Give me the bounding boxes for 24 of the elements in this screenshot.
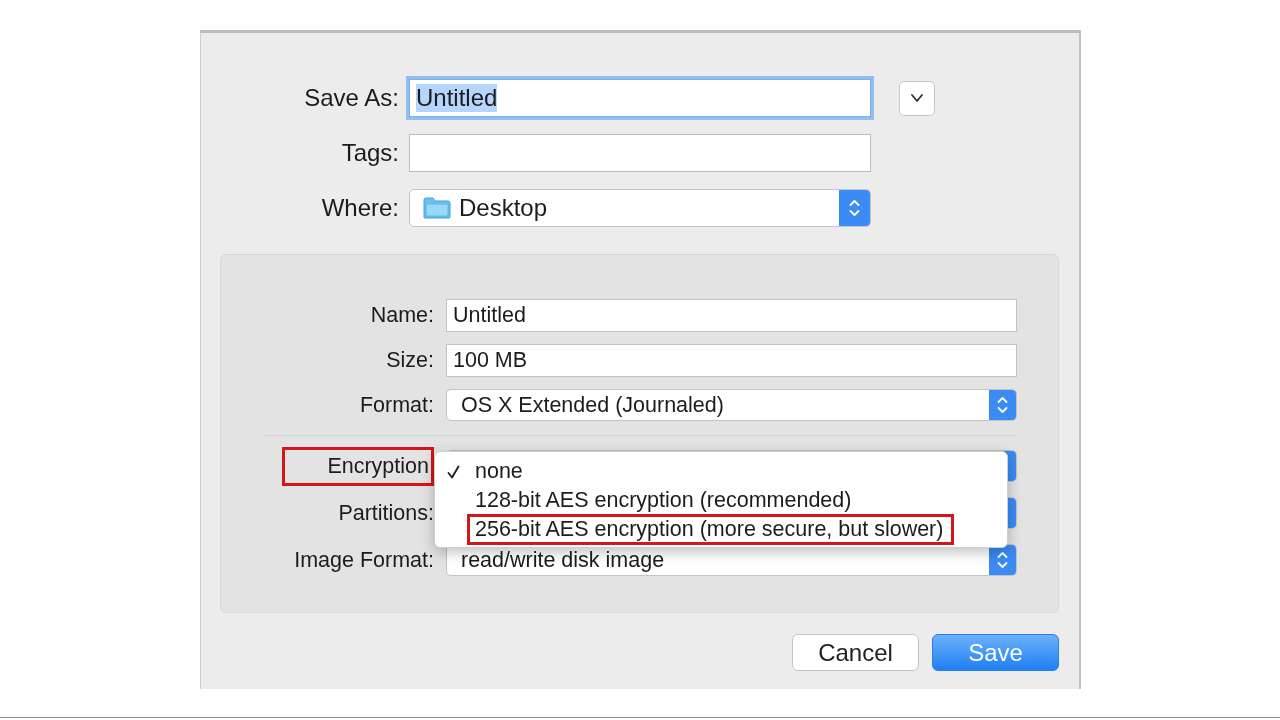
field-label: Save As: bbox=[303, 84, 399, 112]
folder-icon bbox=[423, 197, 451, 219]
field-label: Encryption bbox=[327, 453, 430, 478]
stepper-icon bbox=[839, 190, 870, 226]
field-label: Name: bbox=[370, 303, 434, 327]
text-field[interactable]: Untitled bbox=[409, 79, 871, 117]
field-label: Tags: bbox=[340, 139, 399, 167]
field-label: Format: bbox=[359, 392, 434, 417]
text-field[interactable]: Untitled bbox=[446, 299, 1017, 332]
field-label: Where: bbox=[320, 194, 399, 222]
tags-field[interactable] bbox=[409, 134, 871, 172]
popup-button[interactable]: Desktop bbox=[409, 189, 871, 227]
chevron-icon bbox=[911, 94, 923, 102]
menu-item[interactable]: 128-bit AES encryption (recommended) bbox=[435, 486, 1007, 515]
stepper-icon bbox=[989, 390, 1016, 420]
text-field[interactable]: 100 MB bbox=[446, 344, 1017, 377]
expand-button[interactable] bbox=[899, 80, 935, 116]
popup-button[interactable]: OS X Extended (Journaled) bbox=[446, 389, 1017, 421]
menu-item[interactable]: none bbox=[435, 457, 1007, 486]
menu-item[interactable]: 256-bit AES encryption (more secure, but slower) bbox=[435, 515, 1007, 544]
field-label: Image Format: bbox=[294, 547, 434, 572]
field-label: Size: bbox=[386, 348, 434, 372]
cancel-button[interactable]: Cancel bbox=[792, 634, 919, 671]
field-label: Partitions: bbox=[338, 500, 434, 525]
